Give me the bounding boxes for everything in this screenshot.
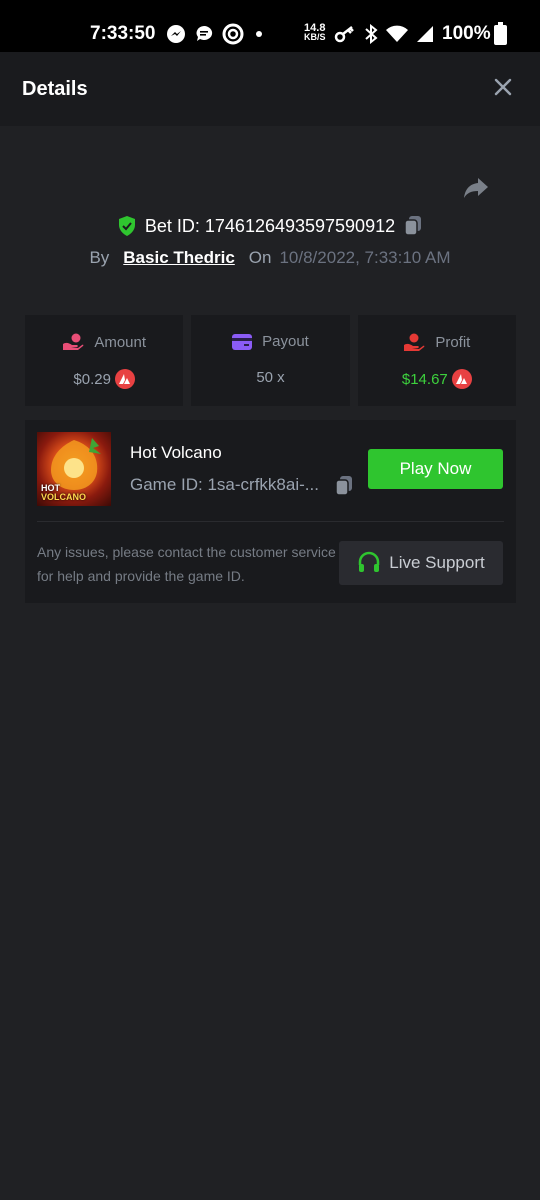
- stat-value: $14.67: [401, 370, 448, 388]
- network-speed: 14.8 KB/S: [304, 22, 326, 42]
- signal-icon: [417, 26, 433, 42]
- by-label: By: [89, 248, 110, 267]
- on-label: On: [248, 248, 272, 267]
- copy-bet-id-icon[interactable]: [403, 215, 423, 237]
- game-thumbnail[interactable]: HOT VOLCANO: [37, 432, 111, 506]
- chat-icon: [196, 25, 213, 41]
- wifi-icon: [386, 25, 408, 42]
- details-header: Details: [0, 52, 540, 126]
- bet-id: Bet ID: 1746126493597590912: [144, 215, 396, 236]
- copy-game-id-icon[interactable]: [334, 475, 354, 497]
- game-id: Game ID: 1sa-crfkk8ai-...: [130, 475, 319, 494]
- status-bar: 7:33:50 14.8 KB/S 100%: [0, 0, 540, 52]
- stat-amount: Amount $0.29: [25, 315, 184, 406]
- divider: [37, 521, 504, 522]
- stat-label: Payout: [262, 333, 309, 350]
- user-link[interactable]: Basic Thedric: [123, 248, 235, 268]
- system-icons: [334, 24, 434, 44]
- page-title: Details: [22, 78, 88, 100]
- live-support-button[interactable]: Live Support: [339, 541, 503, 585]
- notification-icons: [166, 23, 262, 45]
- live-support-label: Live Support: [389, 553, 485, 572]
- battery-percent: 100%: [442, 23, 491, 44]
- bet-id-row: Bet ID: 1746126493597590912: [0, 212, 540, 240]
- stat-value: $0.29: [73, 370, 111, 388]
- stat-label: Amount: [94, 333, 147, 351]
- card-icon: [232, 333, 253, 350]
- game-card: HOT VOLCANO Hot Volcano Game ID: 1sa-crf…: [25, 420, 516, 603]
- help-text: Any issues, please contact the customer …: [37, 544, 336, 584]
- profit-hand-icon: [404, 333, 425, 351]
- status-time: 7:33:50: [90, 23, 156, 44]
- target-icon: [222, 23, 244, 45]
- stat-value: 50 x: [256, 369, 285, 386]
- bet-date: 10/8/2022, 7:33:10 AM: [279, 248, 451, 267]
- play-now-button[interactable]: Play Now: [368, 449, 503, 489]
- key-icon: [334, 26, 354, 43]
- game-name: Hot Volcano: [130, 443, 222, 462]
- stat-label: Profit: [435, 333, 471, 351]
- shield-check-icon: [118, 216, 135, 236]
- share-icon: [464, 178, 488, 198]
- battery-icon: [494, 22, 507, 45]
- messenger-icon: [167, 25, 185, 43]
- avax-coin-icon: [451, 369, 472, 389]
- stat-profit: Profit $14.67: [357, 315, 516, 406]
- game-thumb-title: HOT VOLCANO: [41, 483, 86, 502]
- bluetooth-icon: [365, 24, 378, 44]
- bet-stats: Amount $0.29 Payout 50 x Profit $14.67: [25, 315, 516, 406]
- bet-byline: By Basic Thedric On 10/8/2022, 7:33:10 A…: [0, 246, 540, 270]
- stat-payout: Payout 50 x: [191, 315, 350, 406]
- money-hand-icon: [63, 333, 84, 350]
- close-icon: [494, 78, 512, 96]
- headset-icon: [359, 551, 380, 572]
- close-button[interactable]: [490, 74, 516, 100]
- more-notifications-dot: [256, 31, 262, 37]
- share-button[interactable]: [462, 176, 490, 200]
- avax-coin-icon: [114, 369, 135, 389]
